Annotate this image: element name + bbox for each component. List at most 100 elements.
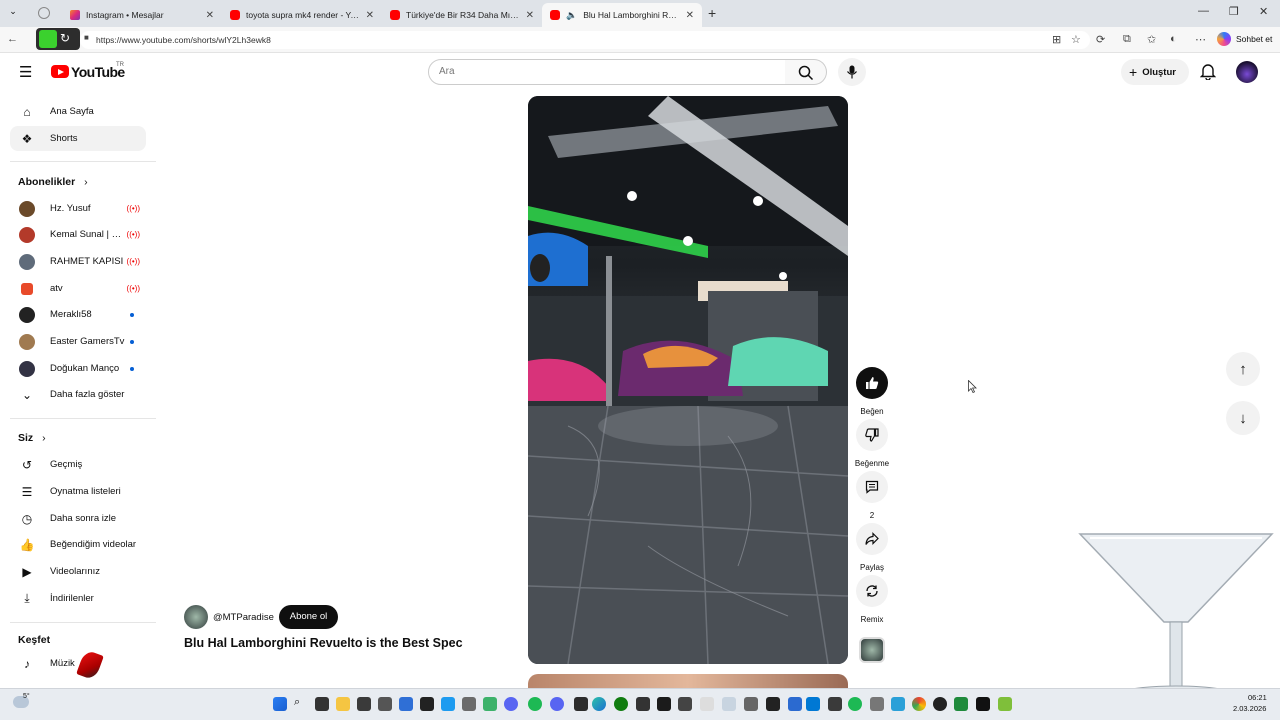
taskbar-search-icon[interactable]: ⌕ bbox=[294, 696, 300, 709]
address-bar[interactable]: https://www.youtube.com/shorts/wlY2Lh3ew… bbox=[80, 31, 1090, 49]
tab-youtube-supra[interactable]: toyota supra mk4 render - YouTube ✕ bbox=[222, 3, 382, 27]
discord-icon[interactable] bbox=[550, 697, 564, 711]
app-icon[interactable] bbox=[976, 697, 990, 711]
short-title[interactable]: Blu Hal Lamborghini Revuelto is the Best… bbox=[184, 636, 463, 650]
chrome-icon[interactable] bbox=[912, 697, 926, 711]
subscription-dogukan-manco[interactable]: Doğukan Manço bbox=[10, 356, 146, 381]
close-icon[interactable]: ✕ bbox=[526, 10, 534, 21]
app-icon[interactable] bbox=[828, 697, 842, 711]
app-icon[interactable] bbox=[870, 697, 884, 711]
comments-action[interactable]: 2 bbox=[856, 471, 888, 520]
voice-search-button[interactable] bbox=[838, 58, 866, 86]
new-tab-button[interactable]: + bbox=[708, 5, 716, 21]
like-button[interactable] bbox=[856, 367, 888, 399]
favorite-star-icon[interactable]: ☆ bbox=[1071, 33, 1081, 46]
app-icon[interactable] bbox=[657, 697, 671, 711]
lock-icon[interactable]: ■ bbox=[84, 33, 89, 42]
remix-button[interactable] bbox=[856, 575, 888, 607]
more-menu-icon[interactable]: ⋯ bbox=[1195, 33, 1206, 46]
app-icon[interactable] bbox=[788, 697, 802, 711]
app-icon[interactable] bbox=[700, 697, 714, 711]
short-video-player[interactable] bbox=[528, 96, 848, 664]
minimize-button[interactable]: — bbox=[1198, 5, 1209, 17]
app-icon[interactable] bbox=[357, 697, 371, 711]
split-screen-icon[interactable]: ⧉ bbox=[1123, 33, 1131, 46]
clock-date[interactable]: 2.03.2026 bbox=[1233, 704, 1266, 713]
app-icon[interactable] bbox=[744, 697, 758, 711]
spotify-icon[interactable] bbox=[848, 697, 862, 711]
app-install-icon[interactable]: ⊞ bbox=[1052, 33, 1061, 46]
like-action[interactable]: Beğen bbox=[856, 367, 888, 416]
tab-instagram[interactable]: Instagram • Mesajlar ✕ bbox=[62, 3, 222, 27]
app-icon[interactable] bbox=[574, 697, 588, 711]
sidebar-item-shorts[interactable]: ❖ Shorts bbox=[10, 126, 146, 151]
app-icon[interactable] bbox=[954, 697, 968, 711]
sidebar-item-home[interactable]: ⌂ Ana Sayfa bbox=[10, 99, 146, 124]
subscription-kemal-sunal[interactable]: Kemal Sunal | Fil... ((•)) bbox=[10, 222, 146, 247]
previous-short-button[interactable]: ↑ bbox=[1226, 352, 1260, 386]
search-button[interactable] bbox=[785, 59, 827, 85]
file-explorer-icon[interactable] bbox=[336, 697, 350, 711]
subscription-rahmet-kapisi[interactable]: RAHMET KAPISI ((•)) bbox=[10, 249, 146, 274]
channel-avatar[interactable] bbox=[184, 605, 208, 629]
subscriptions-heading[interactable]: Abonelikler › bbox=[18, 176, 88, 188]
spotify-icon[interactable] bbox=[528, 697, 542, 711]
app-icon[interactable] bbox=[933, 697, 947, 711]
app-icon[interactable] bbox=[678, 697, 692, 711]
subscription-merakli58[interactable]: Meraklı58 bbox=[10, 302, 146, 327]
tab-youtube-r34[interactable]: Türkiye'de Bir R34 Daha Mı? - YouTube ✕ bbox=[382, 3, 542, 27]
search-input[interactable]: Ara bbox=[428, 59, 786, 85]
sound-thumbnail[interactable] bbox=[859, 637, 885, 663]
notifications-bell-icon[interactable] bbox=[1199, 63, 1217, 85]
app-icon[interactable] bbox=[378, 697, 392, 711]
refresh-icon[interactable]: ↻ bbox=[60, 31, 70, 45]
favorites-icon[interactable]: ✩ bbox=[1147, 33, 1156, 46]
show-more-button[interactable]: ⌄ Daha fazla göster bbox=[10, 382, 146, 407]
sidebar-item-history[interactable]: ↺ Geçmiş bbox=[10, 452, 146, 477]
discord-icon[interactable] bbox=[504, 697, 518, 711]
close-window-button[interactable]: ✕ bbox=[1259, 5, 1268, 18]
copilot-button[interactable]: Sohbet et bbox=[1217, 32, 1272, 46]
xbox-icon[interactable] bbox=[614, 697, 628, 711]
workspace-icon[interactable] bbox=[38, 7, 50, 19]
speaker-icon[interactable]: 🔈 bbox=[566, 10, 577, 21]
clock-time[interactable]: 06:21 bbox=[1248, 693, 1267, 702]
remix-action[interactable]: Remix bbox=[856, 575, 888, 624]
extensions-icon[interactable]: ⟳ bbox=[1096, 33, 1105, 46]
next-short-preview[interactable] bbox=[528, 674, 848, 688]
hamburger-menu-icon[interactable]: ☰ bbox=[19, 63, 32, 81]
sidebar-item-your-videos[interactable]: ▶ Videolarınız bbox=[10, 559, 146, 584]
sidebar-item-watch-later[interactable]: ◷ Daha sonra izle bbox=[10, 506, 146, 531]
subscription-hz-yusuf[interactable]: Hz. Yusuf ((•)) bbox=[10, 196, 146, 221]
sidebar-item-liked[interactable]: 👍 Beğendiğim videolar bbox=[10, 532, 146, 557]
collections-icon[interactable]: ◐ bbox=[1170, 33, 1177, 45]
channel-handle[interactable]: @MTParadise bbox=[213, 612, 274, 623]
subscribe-button[interactable]: Abone ol bbox=[279, 605, 338, 629]
subscription-easter-gamers[interactable]: Easter GamersTv bbox=[10, 329, 146, 354]
app-icon[interactable] bbox=[441, 697, 455, 711]
app-icon[interactable] bbox=[462, 697, 476, 711]
app-icon[interactable] bbox=[483, 697, 497, 711]
subscription-atv[interactable]: atv ((•)) bbox=[10, 276, 146, 301]
close-icon[interactable]: ✕ bbox=[686, 10, 694, 21]
terminal-icon[interactable] bbox=[420, 697, 434, 711]
dislike-action[interactable]: Beğenme bbox=[855, 419, 889, 468]
next-short-button[interactable]: ↓ bbox=[1226, 401, 1260, 435]
youtube-logo-icon[interactable] bbox=[51, 65, 69, 78]
share-action[interactable]: Paylaş bbox=[856, 523, 888, 572]
sidebar-item-downloads[interactable]: ⤓ İndirilenler bbox=[10, 586, 146, 611]
task-view-icon[interactable] bbox=[315, 697, 329, 711]
close-icon[interactable]: ✕ bbox=[206, 10, 214, 21]
create-button[interactable]: + Oluştur bbox=[1121, 59, 1189, 85]
share-button[interactable] bbox=[856, 523, 888, 555]
app-icon[interactable] bbox=[399, 697, 413, 711]
system-tray[interactable] bbox=[1110, 697, 1230, 711]
dislike-button[interactable] bbox=[856, 419, 888, 451]
account-avatar[interactable] bbox=[1236, 61, 1258, 83]
tab-youtube-lamborghini[interactable]: 🔈 Blu Hal Lamborghini Revuelto ✕ bbox=[542, 3, 702, 27]
sidebar-item-playlists[interactable]: ☰ Oynatma listeleri bbox=[10, 479, 146, 504]
app-icon[interactable] bbox=[998, 697, 1012, 711]
app-icon[interactable] bbox=[636, 697, 650, 711]
restore-button[interactable]: ❐ bbox=[1229, 5, 1239, 18]
comments-button[interactable] bbox=[856, 471, 888, 503]
